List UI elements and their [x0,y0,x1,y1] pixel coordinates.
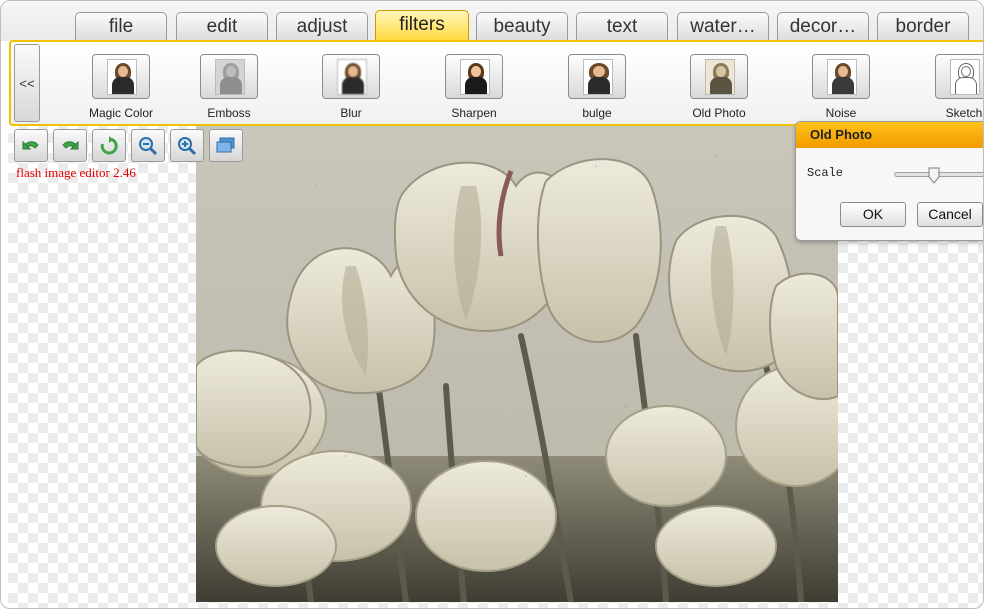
portrait-icon [827,59,857,95]
tulip-photo-image [196,126,838,602]
scale-label: Scale [807,166,844,180]
image-editor-window: file edit adjust filters beauty text wat… [0,0,984,609]
filter-sharpen[interactable]: Sharpen [419,53,529,123]
filter-bulge[interactable]: bulge [542,53,652,123]
filter-thumbnail [812,54,870,99]
filter-emboss[interactable]: Emboss [174,53,284,123]
portrait-icon [107,59,137,95]
tab-file[interactable]: file [75,12,167,41]
filter-blur[interactable]: Blur [296,53,406,123]
tab-decoration[interactable]: decor… [777,12,869,41]
portrait-icon [583,59,613,95]
portrait-icon [950,59,980,95]
filter-label: Blur [340,106,362,120]
old-photo-dialog: Old Photo Scale OK Cancel [795,121,983,241]
zoom-in-button[interactable] [170,129,204,162]
version-label: flash image editor 2.46 [16,165,136,180]
filter-label: Noise [825,106,857,120]
filter-thumbnail [568,54,626,99]
portrait-icon [705,59,735,95]
zoom-out-button[interactable] [131,129,165,162]
slider-handle-icon [928,167,940,184]
tab-adjust[interactable]: adjust [276,12,368,41]
screen-icon [216,137,235,153]
portrait-icon [460,59,490,95]
filter-sketch[interactable]: Sketch [909,53,983,123]
reset-icon [100,136,118,155]
tab-watermark[interactable]: water… [677,12,769,41]
filter-label: Emboss [207,106,251,120]
scale-slider-thumb[interactable] [928,167,940,184]
filter-magic-color[interactable]: Magic Color [66,53,176,123]
filter-old-photo[interactable]: Old Photo [664,53,774,123]
filter-thumbnail [445,54,503,99]
filter-thumbnail [690,54,748,99]
fit-screen-button[interactable] [209,129,243,162]
filter-label: Old Photo [692,106,746,120]
redo-icon [62,140,79,150]
filter-label: Magic Color [88,106,154,120]
image-toolbar [14,129,244,163]
ok-button[interactable]: OK [840,202,906,227]
filter-thumbnail [322,54,380,99]
filter-label: Sharpen [451,106,497,120]
undo-button[interactable] [14,129,48,162]
portrait-icon [215,59,245,95]
tab-filters[interactable]: filters [375,10,469,42]
scroll-back-button[interactable]: << [14,44,40,122]
zoom-out-icon [139,137,158,156]
tab-text[interactable]: text [576,12,668,41]
dialog-title[interactable]: Old Photo [796,122,983,148]
portrait-icon [337,59,367,95]
tab-beauty[interactable]: beauty [476,12,568,41]
reset-button[interactable] [92,129,126,162]
filter-thumbnail [200,54,258,99]
filter-thumbnail [935,54,983,99]
filter-noise[interactable]: Noise [786,53,896,123]
tab-edit[interactable]: edit [176,12,268,41]
undo-icon [22,140,39,150]
filter-label: Sketch [945,106,983,120]
filter-thumbnail [92,54,150,99]
edited-photo[interactable] [196,126,838,602]
filter-label: bulge [582,106,612,120]
filter-strip: << Magic Color Emboss Blur Sharpen bulge… [9,40,983,126]
zoom-in-icon [178,137,197,156]
redo-button[interactable] [53,129,87,162]
cancel-button[interactable]: Cancel [917,202,983,227]
tab-border[interactable]: border [877,12,969,41]
